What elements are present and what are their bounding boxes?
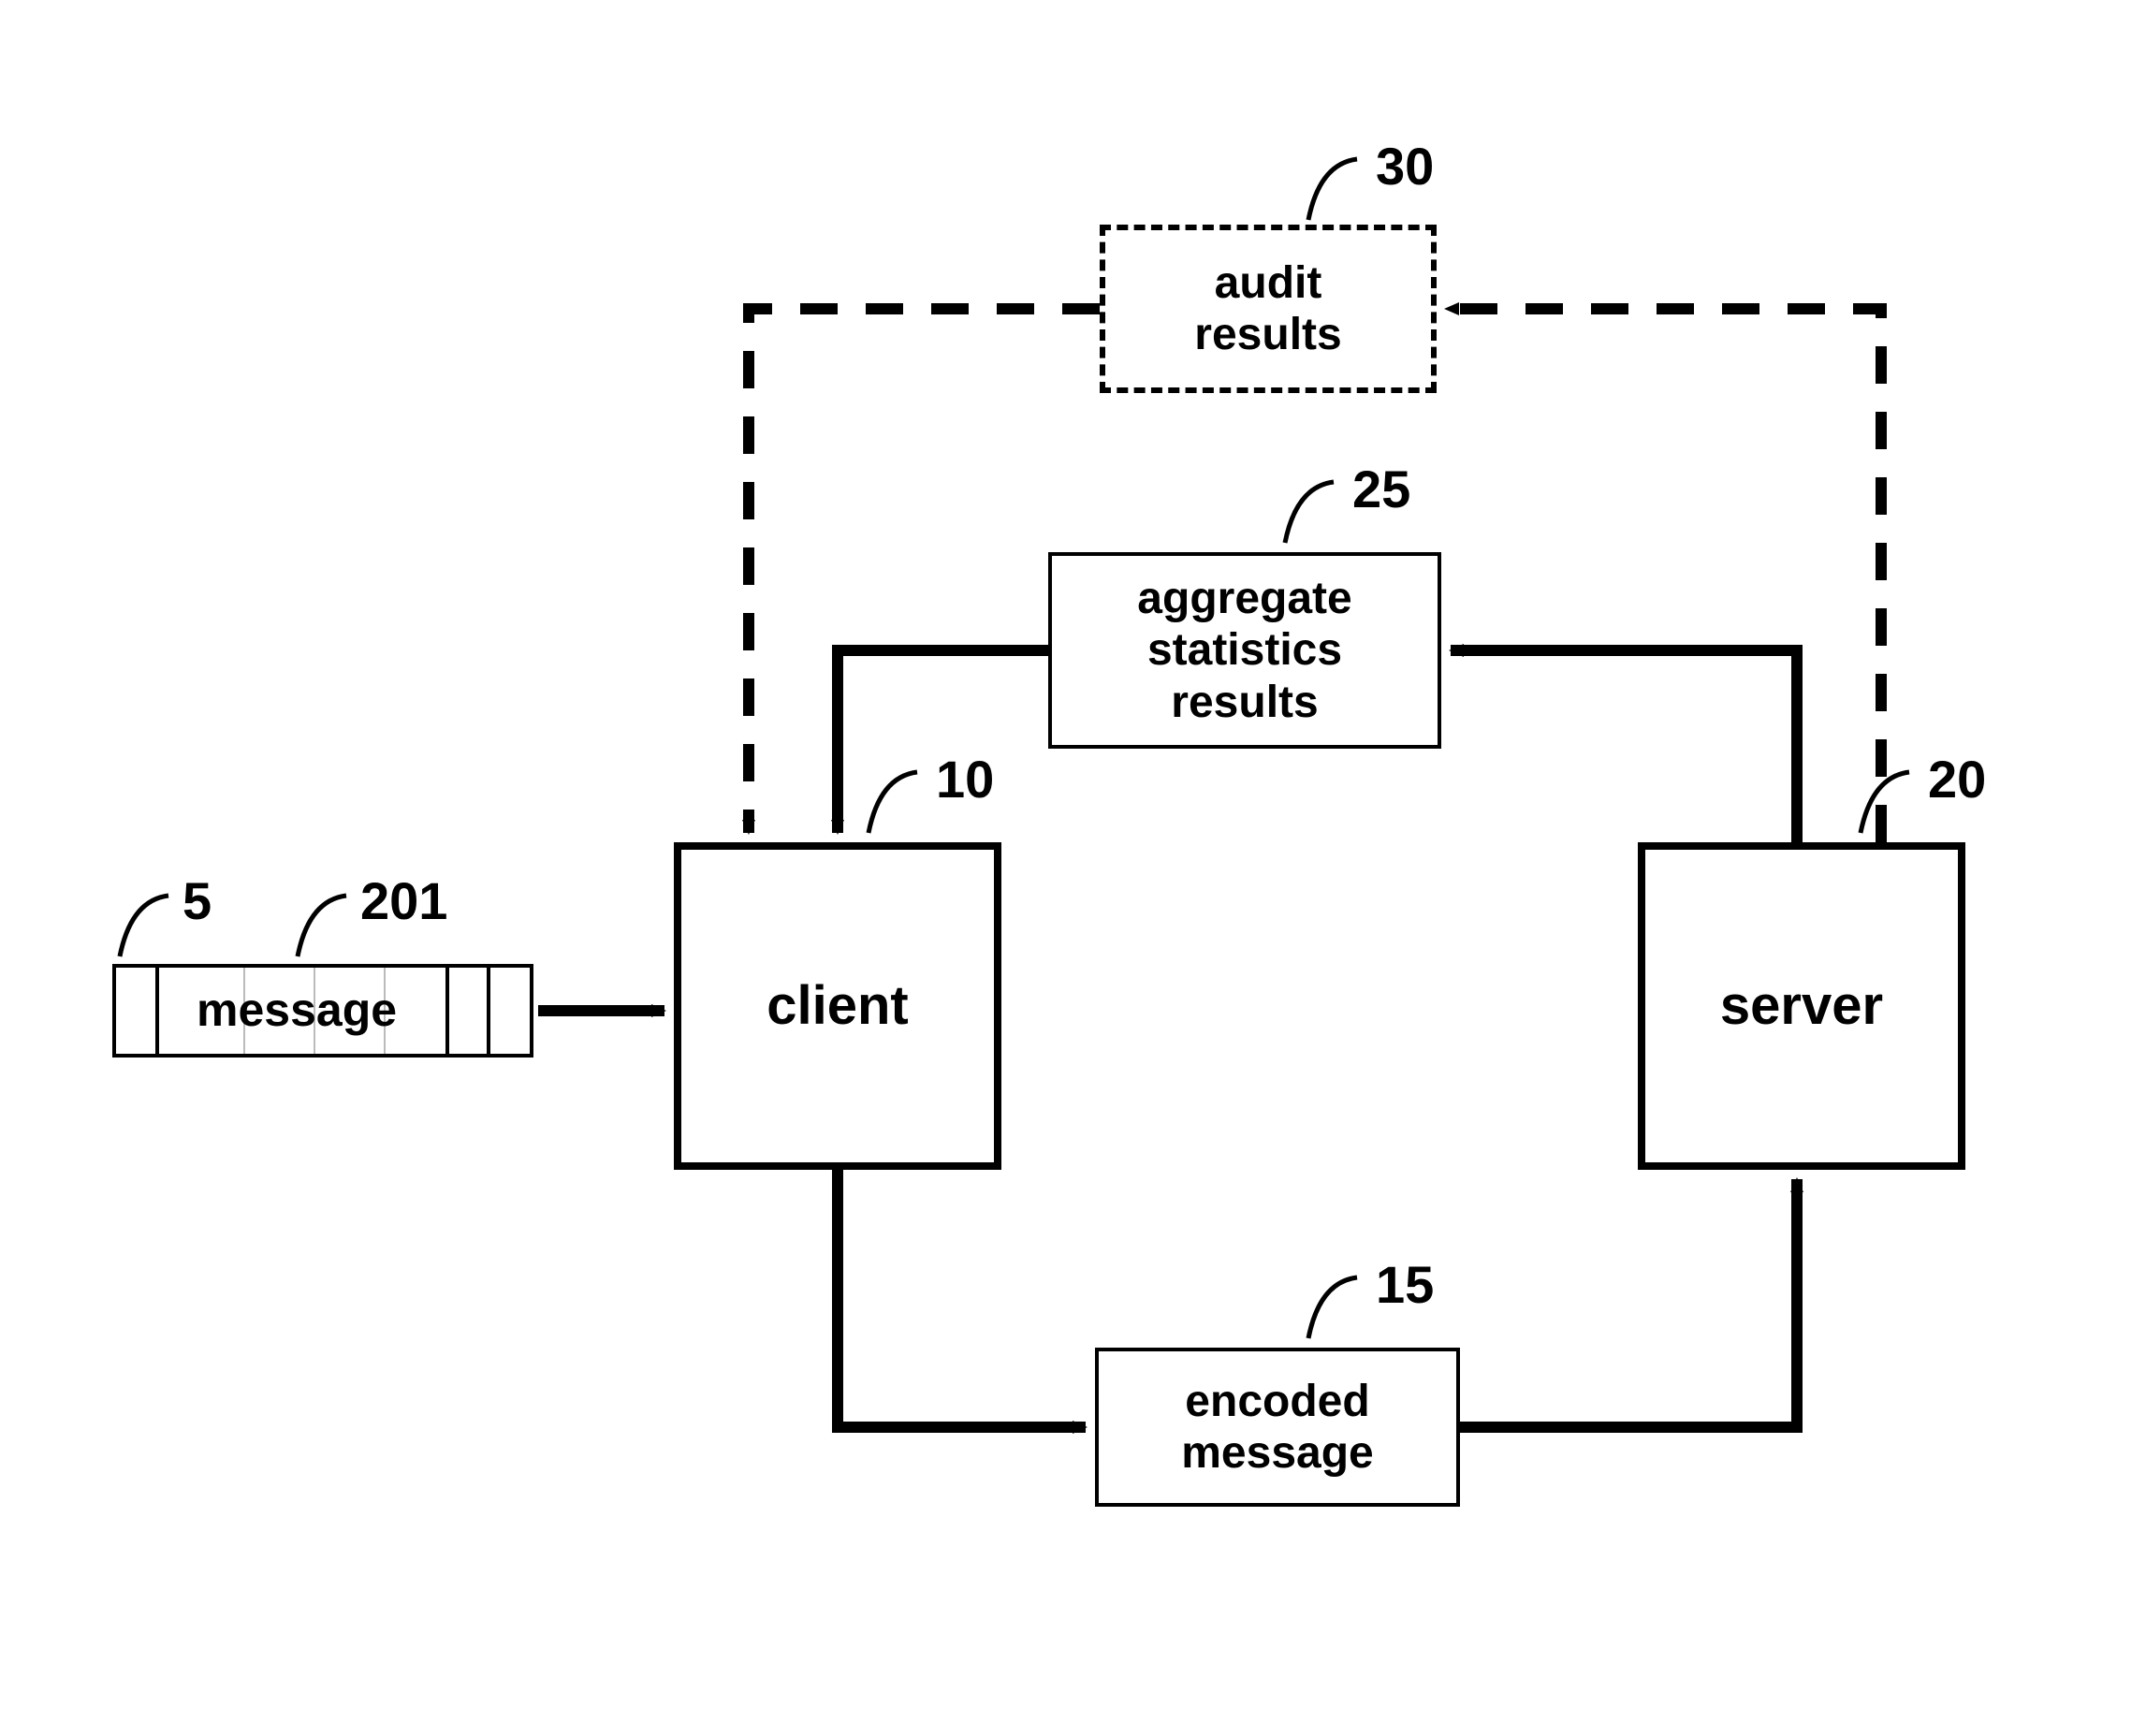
audit-results-label: audit results [1194,257,1341,360]
ref-5: 5 [182,870,212,931]
message-divider [314,968,315,1054]
server-label: server [1720,975,1883,1038]
ref-30: 30 [1376,136,1434,197]
message-segment [155,964,449,1058]
audit-results-node: audit results [1100,225,1437,393]
ref-20: 20 [1928,749,1986,810]
leader-20 [1844,767,1928,842]
leader-10 [852,767,936,842]
message-segment [445,964,490,1058]
ref-15: 15 [1376,1254,1434,1315]
diagram-canvas: message 5 201 client 10 server 20 encode… [0,0,2146,1736]
aggregate-results-node: aggregate statistics results [1048,552,1441,749]
client-node: client [674,842,1001,1170]
client-label: client [766,975,909,1038]
message-divider [243,968,245,1054]
server-node: server [1638,842,1965,1170]
ref-10: 10 [936,749,994,810]
ref-201: 201 [360,870,447,931]
message-segment [487,964,533,1058]
message-divider [384,968,386,1054]
leader-25 [1268,477,1352,552]
leader-201 [281,891,365,966]
encoded-message-node: encoded message [1095,1348,1460,1507]
leader-30 [1292,154,1376,229]
leader-5 [103,891,187,966]
message-segment [112,964,159,1058]
leader-15 [1292,1273,1376,1348]
aggregate-results-label: aggregate statistics results [1137,573,1351,728]
encoded-message-label: encoded message [1181,1376,1373,1479]
ref-25: 25 [1352,459,1410,519]
